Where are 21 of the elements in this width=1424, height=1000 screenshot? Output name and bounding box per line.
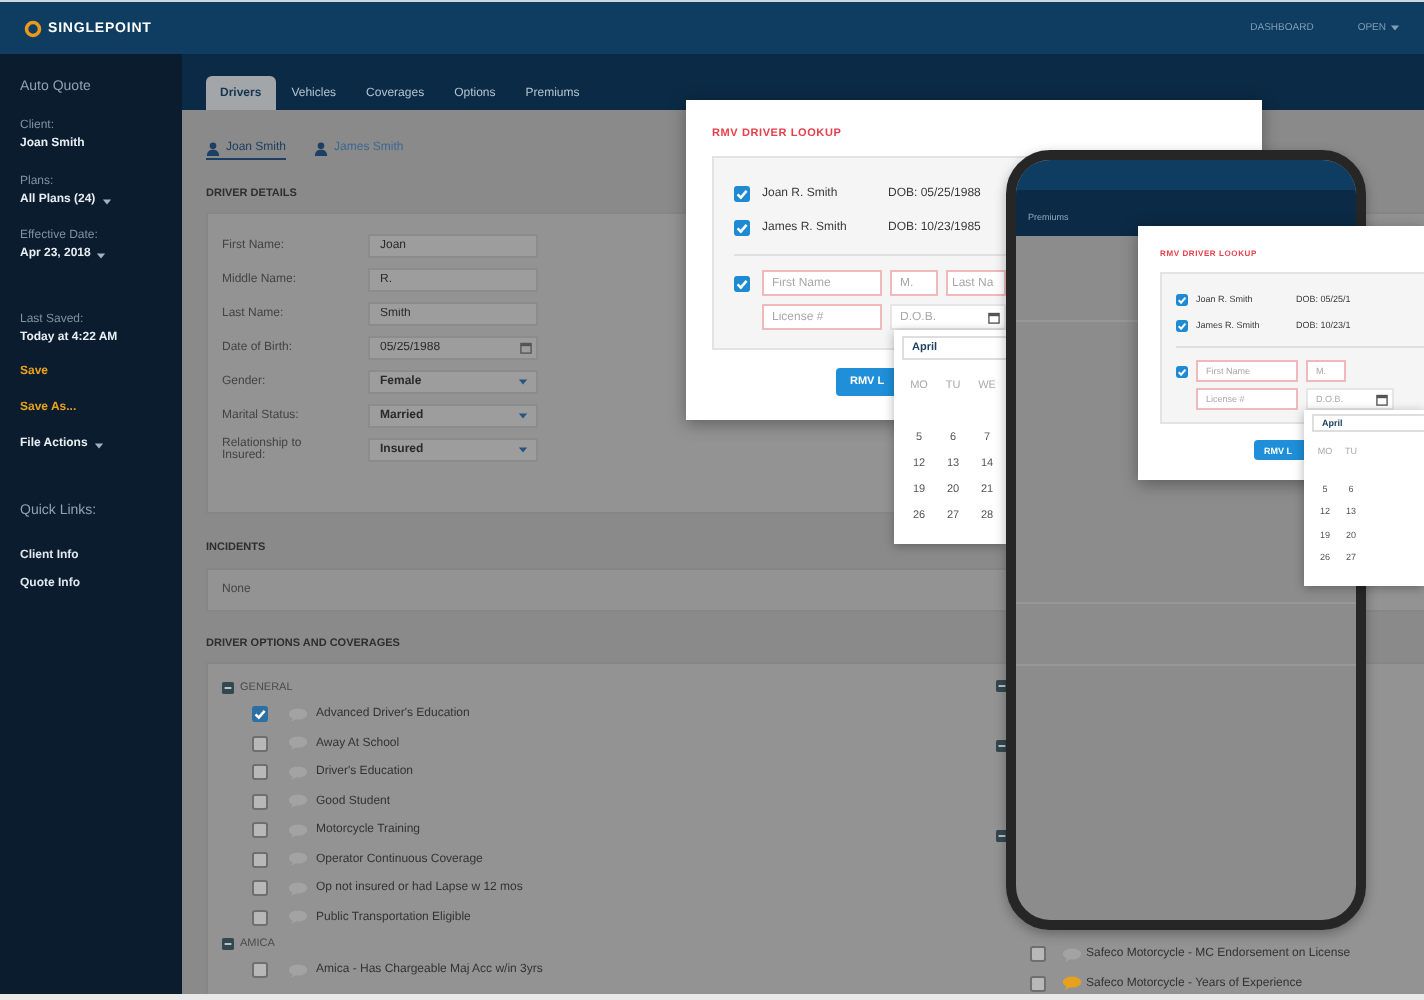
checkbox[interactable] [1030,975,1046,992]
checkbox[interactable] [252,822,268,839]
caret-icon [518,378,528,386]
checkbox[interactable] [252,764,268,781]
checkbox[interactable] [252,851,268,868]
checkbox[interactable] [252,735,268,752]
checkbox[interactable] [252,793,268,810]
caret-icon [518,412,528,420]
calendar-icon [1376,393,1388,405]
checkbox[interactable] [252,706,268,723]
checkbox[interactable] [252,880,268,897]
checkbox[interactable] [252,909,268,926]
logo-icon [24,19,42,37]
caret-icon [518,446,528,454]
caret-icon [93,441,104,449]
checkbox[interactable] [252,962,268,979]
person-icon [314,141,329,155]
checkbox[interactable] [1030,946,1046,963]
calendar-icon [988,311,1000,323]
person-icon [206,141,220,155]
calendar-icon [520,342,532,354]
